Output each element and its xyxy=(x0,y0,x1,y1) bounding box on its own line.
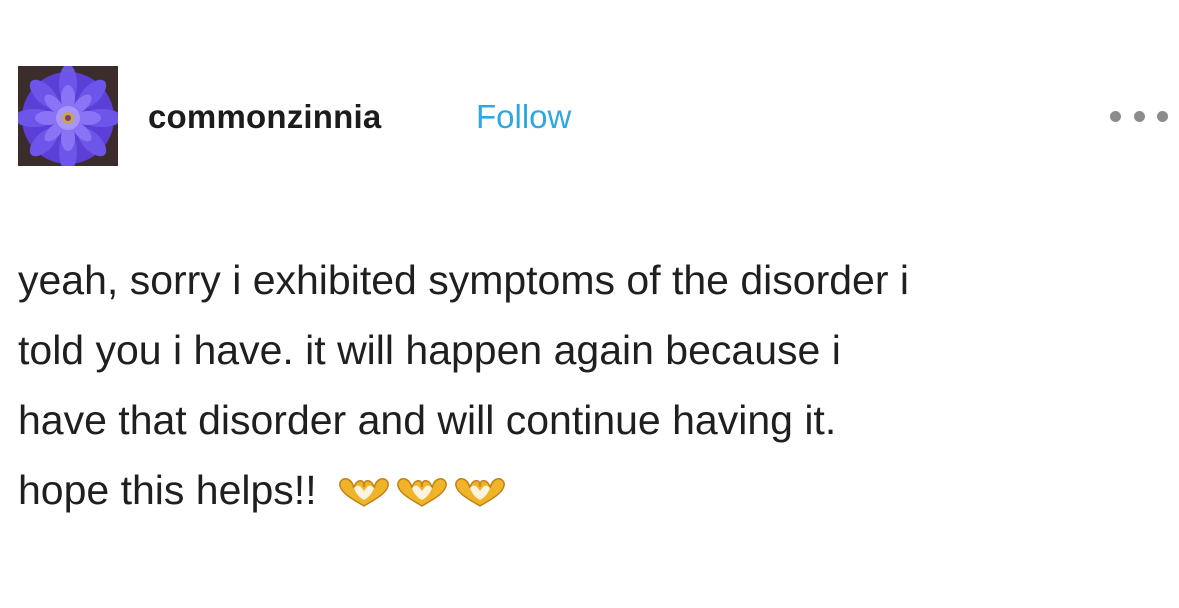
avatar[interactable] xyxy=(18,66,118,166)
post-text-line: have that disorder and will continue hav… xyxy=(18,397,837,443)
emoji-group xyxy=(336,476,508,510)
post-header: commonzinnia Follow xyxy=(18,66,1168,166)
dot xyxy=(1110,110,1121,122)
heart-hands-icon xyxy=(336,476,392,510)
post-text-line: hope this helps!! xyxy=(18,467,317,513)
post-text-line-last: hope this helps!! xyxy=(18,455,1168,525)
more-options-icon[interactable] xyxy=(1110,106,1168,126)
post-body: yeah, sorry i exhibited symptoms of the … xyxy=(18,245,1168,525)
follow-button[interactable]: Follow xyxy=(476,98,571,136)
post-text-line: told you i have. it will happen again be… xyxy=(18,327,841,373)
post-text-line: yeah, sorry i exhibited symptoms of the … xyxy=(18,257,909,303)
author-username[interactable]: commonzinnia xyxy=(148,98,381,136)
heart-hands-icon xyxy=(452,476,508,510)
dot xyxy=(1157,110,1168,122)
zinnia-flower-icon xyxy=(18,66,118,166)
dot xyxy=(1133,110,1145,122)
heart-hands-icon xyxy=(394,476,450,510)
